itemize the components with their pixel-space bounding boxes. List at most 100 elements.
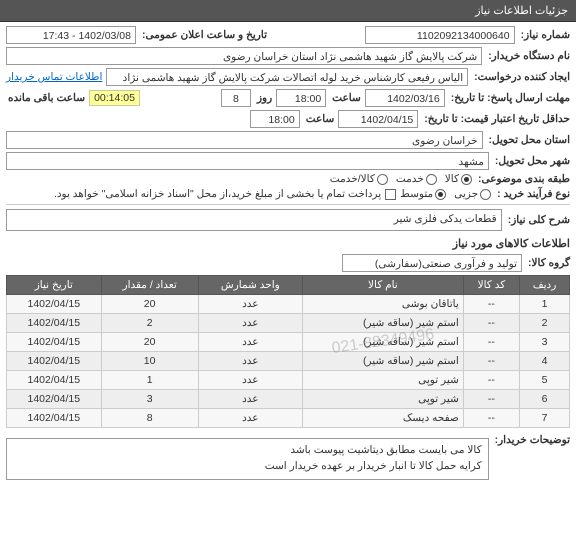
th-code: کد کالا	[463, 276, 519, 295]
process-note: پرداخت تمام یا بخشی از مبلغ خرید،از محل …	[54, 188, 381, 200]
cell-qty: 1	[101, 371, 198, 390]
announce-field: 1402/03/08 - 17:43	[6, 26, 136, 44]
buyer-notes-label: توضیحات خریدار:	[493, 434, 570, 446]
cell-date: 1402/04/15	[7, 333, 102, 352]
cell-code: --	[463, 390, 519, 409]
cell-date: 1402/04/15	[7, 390, 102, 409]
cell-row: 6	[520, 390, 570, 409]
table-row[interactable]: 7--صفحه دیسکعدد81402/04/15	[7, 409, 570, 428]
process-label: نوع فرآیند خرید :	[495, 188, 570, 200]
cell-name: استم شیر (ساقه شیر)	[302, 352, 463, 371]
separator	[6, 204, 570, 205]
buyer-notes-line2: کرایه حمل کالا تا انبار خریدار بر عهده خ…	[13, 459, 482, 475]
table-row[interactable]: 5--شیر توپیعدد11402/04/15	[7, 371, 570, 390]
day-label: روز	[255, 92, 272, 104]
th-row: ردیف	[520, 276, 570, 295]
table-row[interactable]: 6--شیر توپیعدد31402/04/15	[7, 390, 570, 409]
table-row[interactable]: 2--استم شیر (ساقه شیر)عدد21402/04/15	[7, 314, 570, 333]
cell-row: 4	[520, 352, 570, 371]
remain-timer: 00:14:05	[89, 90, 140, 106]
contact-link[interactable]: اطلاعات تماس خریدار	[6, 71, 102, 83]
cell-qty: 8	[101, 409, 198, 428]
cell-unit: عدد	[198, 390, 302, 409]
cell-name: شیر توپی	[302, 371, 463, 390]
province-label: استان محل تحویل:	[487, 134, 570, 146]
city-label: شهر محل تحویل:	[493, 155, 570, 167]
table-row[interactable]: 1--یاتاقان بوشیعدد201402/04/15	[7, 295, 570, 314]
desc-label: شرح کلی نیاز:	[506, 214, 570, 226]
need-no-field: 1102092134000640	[365, 26, 515, 44]
class-service-label: خدمت	[396, 173, 424, 185]
class-goods-radio[interactable]: کالا	[445, 173, 472, 185]
deadline-label: مهلت ارسال پاسخ: تا تاریخ:	[449, 92, 570, 104]
cell-unit: عدد	[198, 352, 302, 371]
panel-title: جزئیات اطلاعات نیاز	[475, 5, 568, 17]
province-field: خراسان رضوی	[6, 131, 483, 149]
cell-row: 3	[520, 333, 570, 352]
cell-qty: 3	[101, 390, 198, 409]
days-field: 8	[221, 89, 251, 107]
announce-label: تاریخ و ساعت اعلان عمومی:	[140, 29, 267, 41]
panel-header: جزئیات اطلاعات نیاز	[0, 0, 576, 22]
group-label: گروه کالا:	[526, 257, 570, 269]
cell-code: --	[463, 295, 519, 314]
cell-date: 1402/04/15	[7, 314, 102, 333]
cell-name: یاتاقان بوشی	[302, 295, 463, 314]
cell-row: 5	[520, 371, 570, 390]
th-date: تاریخ نیاز	[7, 276, 102, 295]
class-service-radio[interactable]: خدمت	[396, 173, 437, 185]
class-both-radio[interactable]: کالا/خدمت	[330, 173, 388, 185]
cell-name: شیر توپی	[302, 390, 463, 409]
cell-row: 1	[520, 295, 570, 314]
hour-label-1: ساعت	[330, 92, 361, 104]
th-name: نام کالا	[302, 276, 463, 295]
desc-field: قطعات یدکی فلزی شیر	[6, 209, 502, 231]
process-medium-label: متوسط	[400, 188, 433, 200]
cell-unit: عدد	[198, 409, 302, 428]
cell-name: صفحه دیسک	[302, 409, 463, 428]
cell-date: 1402/04/15	[7, 371, 102, 390]
class-radio-group: کالا خدمت کالا/خدمت	[330, 173, 472, 185]
buyer-label: نام دستگاه خریدار:	[486, 50, 570, 62]
cell-qty: 20	[101, 333, 198, 352]
table-row[interactable]: 4--استم شیر (ساقه شیر)عدد101402/04/15	[7, 352, 570, 371]
cell-date: 1402/04/15	[7, 352, 102, 371]
validity-time: 18:00	[250, 110, 300, 128]
cell-unit: عدد	[198, 333, 302, 352]
city-field: مشهد	[6, 152, 489, 170]
process-medium-radio[interactable]: متوسط	[400, 188, 446, 200]
cell-name: استم شیر (ساقه شیر)021-88349496	[302, 333, 463, 352]
creator-label: ایجاد کننده درخواست:	[472, 71, 570, 83]
cell-unit: عدد	[198, 371, 302, 390]
cell-code: --	[463, 409, 519, 428]
cell-qty: 2	[101, 314, 198, 333]
items-section-title: اطلاعات کالاهای مورد نیاز	[6, 237, 570, 250]
items-table: ردیف کد کالا نام کالا واحد شمارش تعداد /…	[6, 275, 570, 428]
group-field: تولید و فرآوری صنعتی(سفارشی)	[342, 254, 522, 272]
cell-unit: عدد	[198, 295, 302, 314]
buyer-notes-line1: کالا می بایست مطابق دیتاشیت پیوست باشد	[13, 443, 482, 459]
process-small-radio[interactable]: جزیی	[454, 188, 491, 200]
class-goods-label: کالا	[445, 173, 459, 185]
form-area: شماره نیاز: 1102092134000640 تاریخ و ساع…	[0, 22, 576, 487]
deadline-time: 18:00	[276, 89, 326, 107]
remain-label: ساعت باقی مانده	[6, 92, 85, 104]
table-row[interactable]: 3--استم شیر (ساقه شیر)021-88349496عدد201…	[7, 333, 570, 352]
cell-qty: 20	[101, 295, 198, 314]
process-radio-group: جزیی متوسط	[400, 188, 491, 200]
class-both-label: کالا/خدمت	[330, 173, 375, 185]
cell-code: --	[463, 314, 519, 333]
cell-row: 2	[520, 314, 570, 333]
validity-label: حداقل تاریخ اعتبار قیمت: تا تاریخ:	[422, 113, 570, 125]
th-qty: تعداد / مقدار	[101, 276, 198, 295]
cell-row: 7	[520, 409, 570, 428]
th-unit: واحد شمارش	[198, 276, 302, 295]
cell-code: --	[463, 371, 519, 390]
need-no-label: شماره نیاز:	[519, 29, 570, 41]
cell-name: استم شیر (ساقه شیر)	[302, 314, 463, 333]
treasury-checkbox[interactable]	[385, 189, 396, 200]
process-small-label: جزیی	[454, 188, 478, 200]
hour-label-2: ساعت	[304, 113, 335, 125]
creator-field: الیاس رفیعی کارشناس خرید لوله اتصالات شر…	[106, 68, 468, 86]
buyer-field: شرکت پالایش گاز شهید هاشمی نژاد استان خر…	[6, 47, 482, 65]
